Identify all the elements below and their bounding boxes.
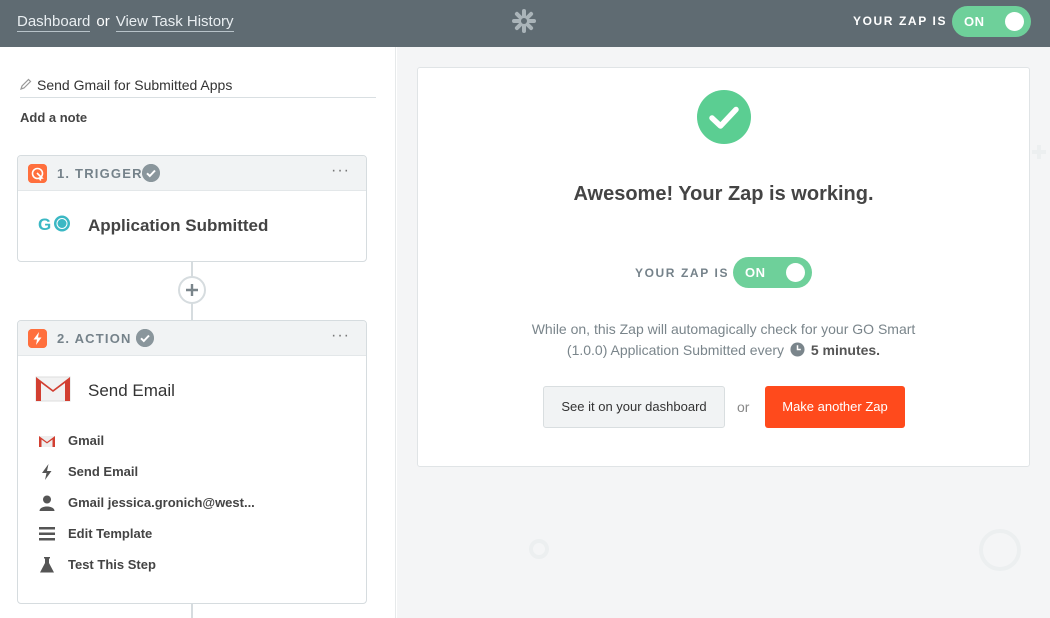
- trigger-step-header[interactable]: 1. TRIGGER ···: [18, 156, 366, 191]
- decorative-circle-small: [529, 539, 549, 559]
- see-dashboard-button[interactable]: See it on your dashboard: [543, 386, 725, 428]
- trigger-app-row[interactable]: G Application Submitted: [18, 191, 366, 261]
- success-card: Awesome! Your Zap is working. YOUR ZAP I…: [417, 67, 1030, 467]
- detail-label: Gmail: [68, 433, 105, 448]
- success-headline: Awesome! Your Zap is working.: [573, 183, 874, 205]
- zap-editor-panel: Send Gmail for Submitted Apps Add a note…: [0, 47, 396, 618]
- toggle-label: ON: [745, 265, 766, 280]
- polling-interval: 5 minutes.: [810, 342, 881, 358]
- trigger-app-name: Application Submitted: [88, 216, 269, 235]
- action-step-title: 2. ACTION: [57, 331, 132, 346]
- decorative-plus-icon: [1032, 145, 1046, 159]
- gmail-logo-icon: [35, 376, 71, 402]
- add-step-button[interactable]: [178, 276, 206, 304]
- zapier-asterisk-icon[interactable]: [512, 9, 536, 33]
- go-smart-logo-icon: G: [38, 215, 70, 234]
- detail-label: Send Email: [68, 464, 139, 479]
- trigger-step-card[interactable]: 1. TRIGGER ··· G Application Submitted: [17, 155, 367, 262]
- step-complete-check-icon: [142, 164, 160, 182]
- trigger-menu-button[interactable]: ···: [331, 162, 350, 180]
- connector-line: [191, 604, 193, 618]
- toggle-knob: [1005, 12, 1024, 31]
- action-app-name: Send Email: [88, 381, 175, 400]
- trigger-icon: [28, 164, 47, 183]
- or-separator: or: [96, 13, 110, 30]
- detail-label: Edit Template: [68, 526, 153, 541]
- flask-icon: [40, 557, 54, 573]
- zap-on-toggle[interactable]: ON: [733, 257, 812, 288]
- add-note-link[interactable]: Add a note: [20, 110, 87, 125]
- detail-label: Gmail jessica.gronich@west...: [68, 495, 255, 510]
- action-step-card[interactable]: 2. ACTION ··· Send Email Gmail Send Emai…: [17, 320, 367, 604]
- step-complete-check-icon: [136, 329, 154, 347]
- action-app-row[interactable]: Send Email: [18, 356, 366, 426]
- or-separator: or: [737, 399, 750, 415]
- desc-line-1: While on, this Zap will automagically ch…: [531, 321, 916, 337]
- desc-line-2: (1.0.0) Application Submitted every: [566, 342, 785, 358]
- pencil-icon: [20, 78, 32, 90]
- success-panel: Awesome! Your Zap is working. YOUR ZAP I…: [397, 47, 1050, 618]
- your-zap-is-label: YOUR ZAP IS: [635, 266, 730, 280]
- bolt-step-icon: [28, 329, 47, 348]
- detail-label: Test This Step: [68, 557, 156, 572]
- action-menu-button[interactable]: ···: [331, 327, 350, 345]
- lines-icon: [39, 527, 55, 541]
- trigger-step-title: 1. TRIGGER: [57, 166, 143, 181]
- dashboard-link[interactable]: Dashboard: [17, 13, 91, 32]
- make-another-zap-button[interactable]: Make another Zap: [765, 386, 905, 428]
- task-history-link[interactable]: View Task History: [115, 13, 234, 32]
- user-icon: [39, 495, 55, 511]
- your-zap-is-label: YOUR ZAP IS: [853, 14, 948, 28]
- top-bar: Dashboard or View Task History YOUR ZAP IS…: [0, 0, 1050, 47]
- plus-icon: [186, 284, 198, 296]
- zap-name-text: Send Gmail for Submitted Apps: [37, 77, 233, 93]
- action-step-header[interactable]: 2. ACTION ···: [18, 321, 366, 356]
- decorative-circle-large: [979, 529, 1021, 571]
- bolt-icon: [42, 464, 52, 480]
- zap-on-toggle[interactable]: ON: [952, 6, 1031, 37]
- success-check-icon: [697, 90, 751, 144]
- toggle-knob: [786, 263, 805, 282]
- gmail-icon: [39, 436, 55, 447]
- zap-name-field[interactable]: Send Gmail for Submitted Apps: [20, 75, 376, 98]
- polling-description: While on, this Zap will automagically ch…: [418, 319, 1029, 361]
- top-nav: Dashboard or View Task History: [17, 13, 234, 32]
- clock-icon: [790, 342, 805, 357]
- toggle-label: ON: [964, 14, 985, 29]
- svg-text:G: G: [38, 215, 51, 234]
